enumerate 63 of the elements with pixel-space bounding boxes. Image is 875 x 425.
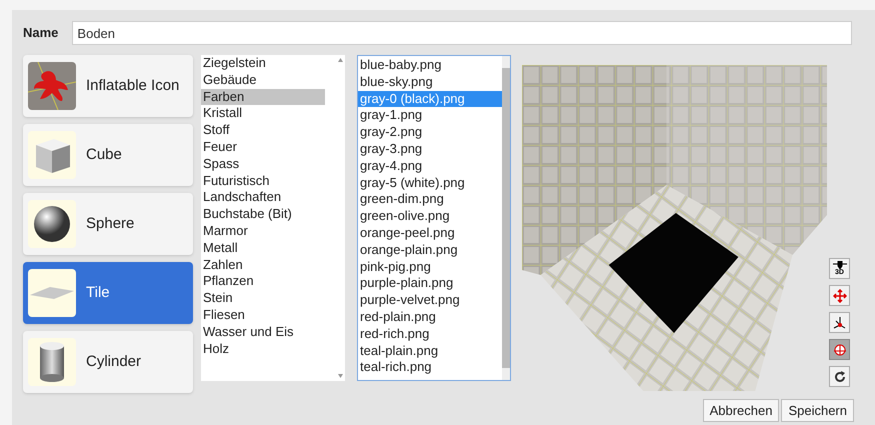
cylinder-icon: [28, 338, 76, 386]
name-label: Name: [23, 24, 58, 42]
move-tool-button[interactable]: [829, 285, 850, 306]
category-list[interactable]: Ziegelstein Gebäude Farben Kristall Stoff Feuer Spass Futuristisch Landschaften Buchstabe (Bit) Marmor Metall Zahlen Pflanzen Stein Fliesen Wasser und Eis Holz: [201, 55, 345, 381]
dialog-button[interactable]: Speichern: [781, 399, 854, 422]
texture-item[interactable]: blue-baby.png: [358, 57, 502, 74]
axes-tool-button[interactable]: [829, 312, 850, 333]
scroll-up-arrow-icon[interactable]: [338, 58, 343, 62]
category-item[interactable]: Fliesen: [201, 306, 335, 324]
texture-item[interactable]: teal-rich.png: [358, 359, 502, 376]
cube-icon: [28, 131, 76, 179]
shape-button[interactable]: Cube: [23, 124, 193, 186]
texture-item[interactable]: teal-plain.png: [358, 342, 502, 360]
texture-item[interactable]: gray-1.png: [358, 107, 502, 124]
category-item[interactable]: Ziegelstein: [201, 55, 335, 72]
texture-item[interactable]: green-olive.png: [358, 208, 502, 225]
category-item[interactable]: Metall: [201, 240, 335, 257]
dialog-button[interactable]: Abbrechen: [702, 399, 780, 422]
texture-item[interactable]: gray-5 (white).png: [358, 174, 502, 192]
texture-item[interactable]: gray-3.png: [358, 140, 502, 158]
category-item[interactable]: Spass: [201, 156, 335, 173]
reset-tool-button[interactable]: [829, 366, 850, 387]
name-input-field[interactable]: Boden: [72, 21, 852, 45]
category-item[interactable]: Futuristisch: [201, 172, 335, 190]
shape-button[interactable]: Inflatable Icon: [23, 55, 193, 117]
texture-item[interactable]: purple-velvet.png: [358, 292, 502, 309]
scroll-down-arrow-icon[interactable]: [338, 374, 343, 378]
category-item[interactable]: Marmor: [201, 222, 335, 240]
category-item[interactable]: Farben: [201, 88, 325, 106]
category-item[interactable]: Feuer: [201, 138, 335, 156]
scrollbar[interactable]: [502, 56, 510, 380]
category-item[interactable]: Gebäude: [201, 72, 335, 89]
camera-icon: [832, 261, 846, 269]
texture-item[interactable]: blue-sky.png: [358, 74, 502, 91]
category-item[interactable]: Wasser und Eis: [201, 324, 335, 341]
category-item[interactable]: Holz: [201, 340, 335, 358]
category-item[interactable]: Stein: [201, 290, 335, 307]
category-item[interactable]: Buchstabe (Bit): [201, 206, 335, 223]
refresh-icon: [834, 370, 846, 382]
texture-item[interactable]: red-plain.png: [358, 308, 502, 326]
category-item[interactable]: Stoff: [201, 122, 335, 139]
rotate-sphere-icon: [832, 342, 846, 356]
texture-item[interactable]: pink-pig.png: [358, 258, 502, 276]
category-item[interactable]: Kristall: [201, 105, 335, 122]
category-item[interactable]: Pflanzen: [201, 273, 335, 290]
shape-button[interactable]: Sphere: [23, 193, 193, 255]
inflatable-creature-icon: [28, 62, 76, 110]
category-item[interactable]: Zahlen: [201, 256, 335, 274]
shape-button[interactable]: Cylinder: [23, 331, 193, 393]
shape-button[interactable]: Tile: [23, 262, 193, 324]
rotate-tool-button[interactable]: [829, 339, 850, 360]
texture-list[interactable]: [357, 55, 511, 381]
texture-item[interactable]: purple-plain.png: [358, 275, 502, 292]
move-arrows-icon: [832, 288, 846, 302]
category-item[interactable]: Landschaften: [201, 189, 335, 206]
texture-item[interactable]: green-dim.png: [358, 191, 502, 208]
axes-icon: [832, 316, 846, 330]
flat-tile-icon: [28, 269, 76, 317]
texture-item[interactable]: gray-4.png: [358, 158, 502, 175]
texture-item[interactable]: red-rich.png: [358, 326, 502, 343]
texture-item[interactable]: orange-peel.png: [358, 224, 502, 242]
texture-item[interactable]: orange-plain.png: [358, 242, 502, 259]
texture-item[interactable]: gray-2.png: [358, 124, 502, 141]
